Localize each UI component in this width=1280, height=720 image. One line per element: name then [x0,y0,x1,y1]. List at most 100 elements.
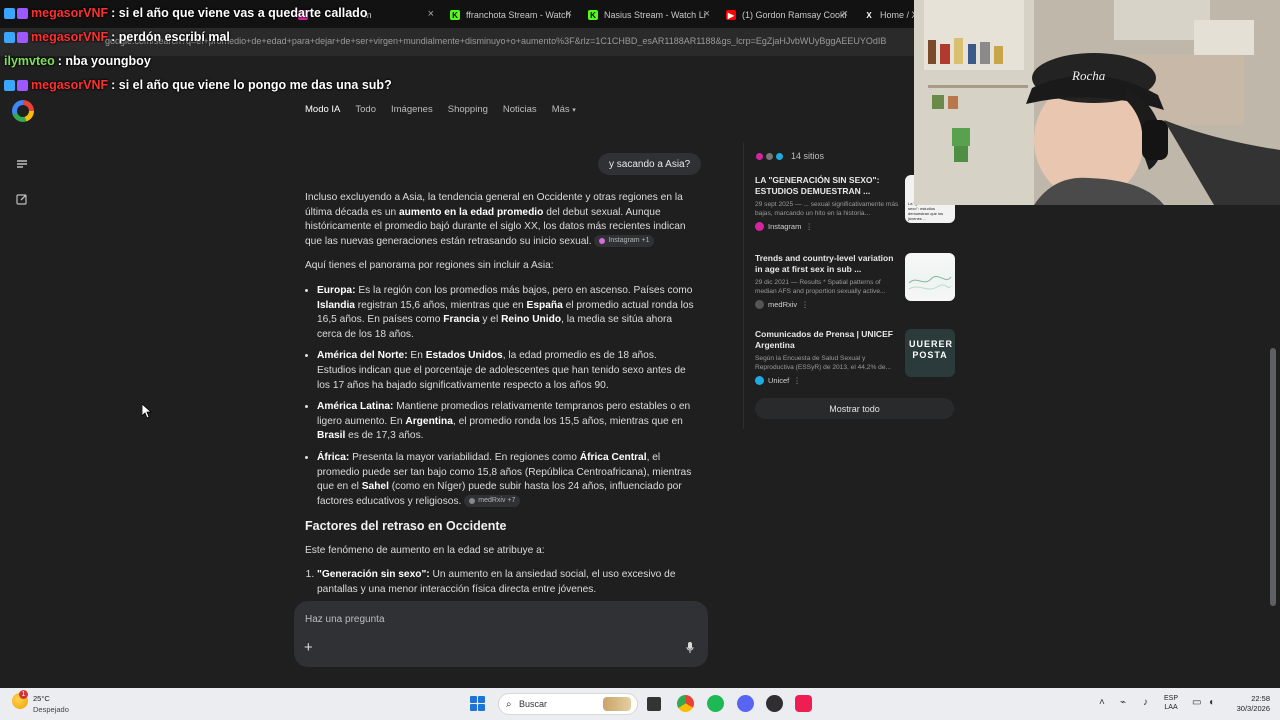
google-logo-icon[interactable] [12,100,34,122]
tab-mas[interactable]: Más ▾ [552,104,576,115]
microphone-icon[interactable]: ♪ [1143,697,1148,708]
spotify-icon[interactable] [707,695,724,712]
browser-tab[interactable]: K Nasius Stream - Watch Li × [580,4,716,26]
source-title[interactable]: LA "GENERACIÓN SIN SEXO": ESTUDIOS DEMUE… [755,175,895,197]
region-text: y el [479,314,502,326]
history-menu-icon[interactable] [15,157,29,171]
microphone-icon[interactable] [686,641,694,653]
chat-username[interactable]: megasorVNF [31,30,108,44]
search-icon: ⌕ [506,699,512,710]
sources-header[interactable]: 14 sitios [755,151,824,161]
medrxiv-icon [755,300,764,309]
notification-badge: 1 [19,690,28,699]
source-title[interactable]: Trends and country-level variation in ag… [755,253,895,275]
source-chip[interactable]: medRxiv +7 [464,495,521,507]
streamer-camera-image: Rocha [914,0,1280,205]
ai-answer: Incluso excluyendo a Asia, la tendencia … [305,191,697,605]
close-icon[interactable]: × [428,8,434,20]
chat-text: : perdón escribí mal [111,30,230,44]
tab-shopping[interactable]: Shopping [448,104,488,115]
tab-mas-label: Más [551,104,570,115]
intro-bold: aumento en la edad promedio [399,206,544,218]
weather-condition[interactable]: Despejado [33,705,69,714]
source-site: Unicef [768,376,790,385]
youtube-icon: ▶ [726,10,736,20]
scrollbar[interactable] [1270,348,1276,606]
source-chip[interactable]: Instagram +1 [594,235,655,248]
chat-badges [4,31,28,43]
tab-imagenes[interactable]: Imágenes [391,104,433,115]
source-card[interactable]: Comunicados de Prensa | UNICEF Argentina… [755,329,955,385]
close-icon[interactable]: × [704,8,710,20]
tab-noticias[interactable]: Noticias [503,104,537,115]
weather-temp[interactable]: 25°C [33,694,50,703]
obs-icon[interactable] [766,695,783,712]
source-snippet: 29 sept 2025 — ... sexual significativam… [755,201,899,217]
ask-box[interactable]: Haz una pregunta + [294,601,708,667]
source-card[interactable]: Trends and country-level variation in ag… [755,253,955,309]
lang-top: ESP [1164,695,1179,702]
source-site: medRxiv [768,300,798,309]
badge-icon [17,7,28,19]
ask-input[interactable]: Haz una pregunta [305,614,385,625]
chat-text: : si el año que viene vas a quedarte cal… [111,6,368,20]
tab-modo-ia[interactable]: Modo IA [305,104,340,115]
discord-icon[interactable] [737,695,754,712]
language-indicator[interactable]: ESP LAA [1164,694,1178,712]
badge-icon [4,79,15,91]
chat-username[interactable]: ilymvteo [4,54,55,68]
chip-label: Instagram +1 [608,237,650,245]
chat-message: megasorVNF : si el año que viene vas a q… [4,6,367,20]
region-bold: España [526,299,563,311]
network-icon[interactable]: ⌁ [1120,697,1126,708]
unicef-icon [775,151,784,161]
region-item: Europa: Es la región con los promedios m… [317,284,697,342]
more-vert-icon[interactable]: ⋮ [793,376,801,385]
source-title[interactable]: Comunicados de Prensa | UNICEF Argentina [755,329,895,351]
chip-label: medRxiv +7 [478,497,516,504]
windows-taskbar: 1 25°C Despejado ⌕ Buscar ˄ ⌁ ♪ ESP LAA ▭… [0,688,1280,720]
region-bold: África Central [579,451,647,463]
regions-list: Europa: Es la región con los promedios m… [317,284,697,509]
chart-thumbnail-icon [908,275,952,290]
windows-start-icon[interactable] [470,696,485,711]
add-button[interactable]: + [304,639,313,656]
badge-icon [17,79,28,91]
region-bold: Reino Unido [501,314,562,326]
more-vert-icon[interactable]: ⋮ [801,300,809,309]
source-thumbnail[interactable] [905,253,955,301]
region-text: En [407,350,426,362]
region-item: América del Norte: En Estados Unidos, la… [317,349,697,393]
source-snippet: 29 dic 2021 — Results * Spatial patterns… [755,279,886,295]
left-rail [0,90,46,688]
tiktok-icon[interactable] [795,695,812,712]
show-all-button[interactable]: Mostrar todo [755,398,954,419]
source-thumbnail[interactable]: UUERER POSTA [905,329,955,377]
new-chat-icon[interactable] [15,192,29,206]
volume-icon[interactable]: ◖ [1208,697,1214,708]
kick-icon: K [450,10,460,20]
source-snippet: Según la Encuesta de Salud Sexual y Repr… [755,355,891,371]
more-vert-icon[interactable]: ⋮ [805,222,813,231]
factors-list: "Generación sin sexo": Un aumento en la … [317,568,697,597]
chrome-icon[interactable] [677,695,694,712]
chat-username[interactable]: megasorVNF [31,78,108,92]
system-clock[interactable]: 22:58 30/3/2026 [1222,694,1270,714]
tab-todo[interactable]: Todo [355,104,376,115]
instagram-icon [755,222,764,231]
close-icon[interactable]: × [566,8,572,20]
chat-username[interactable]: megasorVNF [31,6,108,20]
chat-text: : nba youngboy [57,54,151,68]
x-icon: X [866,10,872,20]
browser-tab[interactable]: ▶ (1) Gordon Ramsay Cooki × [718,4,854,26]
taskbar-search[interactable]: ⌕ Buscar [498,693,638,715]
file-explorer-icon[interactable] [647,697,661,711]
close-icon[interactable]: × [842,8,848,20]
monitor-icon[interactable]: ▭ [1192,697,1201,708]
lang-bottom: LAA [1164,704,1178,711]
region-item: América Latina: Mantiene promedios relat… [317,400,697,444]
chevron-up-icon[interactable]: ˄ [1099,697,1105,708]
browser-tab[interactable]: K ffranchota Stream - Watch × [442,4,578,26]
chat-badges [4,79,28,91]
region-text: registran 15,6 años, mientras que en [354,299,527,311]
